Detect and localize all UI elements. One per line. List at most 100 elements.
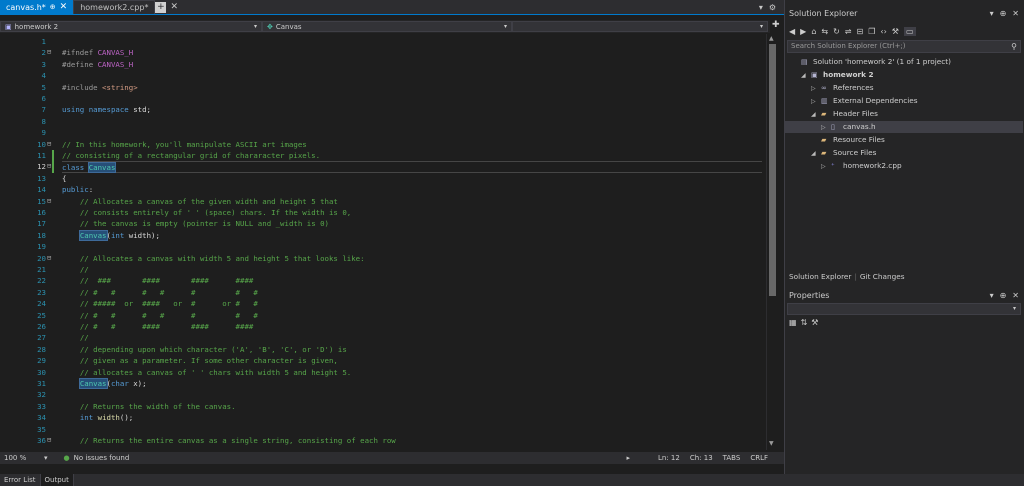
code-line[interactable]: // # # #### #### ####	[62, 321, 254, 332]
expander-icon[interactable]: ▷	[821, 161, 831, 173]
code-line[interactable]: #ifndef CANVAS_H	[62, 47, 133, 58]
expander-icon[interactable]: ▷	[811, 96, 821, 108]
categorized-icon[interactable]: ▦	[789, 318, 797, 327]
code-line[interactable]: // In this homework, you'll manipulate A…	[62, 139, 307, 150]
tree-item[interactable]: ▤ Solution 'homework 2' (1 of 1 project)	[791, 56, 951, 68]
tabs-indicator[interactable]: TABS	[723, 454, 741, 462]
close-icon[interactable]: ✕	[60, 2, 68, 12]
code-line[interactable]: // given as a parameter. If some other c…	[62, 355, 338, 366]
tab-homework2-cpp[interactable]: homework2.cpp*	[73, 0, 156, 14]
code-line[interactable]: //	[62, 264, 89, 275]
fold-toggle-icon[interactable]: ⊟	[47, 253, 55, 264]
tab-git-changes[interactable]: Git Changes	[860, 272, 905, 281]
back-icon[interactable]: ◀	[789, 27, 795, 36]
code-line[interactable]: // ### #### #### ####	[62, 275, 254, 286]
sync-icon[interactable]: ⇌	[845, 27, 852, 36]
copy-icon[interactable]: ❐	[868, 27, 875, 36]
tree-item[interactable]: ▰ Resource Files	[811, 134, 885, 146]
tree-item[interactable]: ▷ ⁺ homework2.cpp	[821, 160, 902, 172]
tree-item[interactable]: ▷ ▯ canvas.h	[785, 121, 1023, 133]
close-icon[interactable]: ✕	[170, 2, 178, 14]
wrench-icon[interactable]: ⚒	[811, 318, 818, 327]
scroll-up-icon[interactable]: ▲	[769, 35, 774, 42]
code-line[interactable]: #define CANVAS_H	[62, 59, 133, 70]
eol-indicator[interactable]: CRLF	[750, 454, 768, 462]
code-line[interactable]: int width();	[62, 412, 133, 423]
tab-solution-explorer[interactable]: Solution Explorer	[789, 272, 851, 281]
expander-icon[interactable]: ▷	[811, 83, 821, 95]
code-view-icon[interactable]: ‹›	[880, 27, 886, 36]
code-editor[interactable]: canvas.h* ⊕ ✕ homework2.cpp* + ✕ ▾ ⚙ ▣ h…	[0, 0, 784, 474]
pin-icon[interactable]: ⊕	[1000, 9, 1007, 18]
home-icon[interactable]: ⌂	[811, 27, 816, 36]
chevron-down-icon[interactable]: ▾	[990, 291, 994, 300]
tree-item[interactable]: ▷ ▥ External Dependencies	[811, 95, 918, 107]
line-indicator[interactable]: Ln: 12	[658, 454, 680, 462]
tab-list-dropdown-icon[interactable]: ▾	[759, 3, 763, 12]
scroll-down-icon[interactable]: ▼	[769, 440, 774, 447]
alphabetical-icon[interactable]: ⇅	[801, 318, 808, 327]
vertical-scrollbar[interactable]: ▲ ▼	[766, 34, 778, 450]
code-line[interactable]: public:	[62, 184, 93, 195]
code-line[interactable]: // # # # # # # #	[62, 310, 258, 321]
code-line[interactable]: // consists entirely of ' ' (space) char…	[62, 207, 351, 218]
tab-canvas-h[interactable]: canvas.h* ⊕ ✕	[0, 0, 74, 14]
expander-icon[interactable]: ▷	[821, 122, 831, 134]
code-line[interactable]: // depending upon which character ('A', …	[62, 344, 347, 355]
search-icon[interactable]: ⚲	[1011, 41, 1017, 52]
pin-icon[interactable]: ⊕	[1000, 291, 1007, 300]
tree-item[interactable]: ◢ ▣ homework 2	[801, 69, 874, 81]
properties-object-selector[interactable]: ▾	[787, 303, 1021, 315]
code-line[interactable]: // ##### or #### or # or # #	[62, 298, 258, 309]
switch-view-icon[interactable]: ⇆	[821, 27, 828, 36]
tree-item[interactable]: ▷ ∞ References	[811, 82, 874, 94]
code-line[interactable]: class Canvas	[62, 161, 762, 174]
code-line[interactable]: // allocates a canvas of ' ' chars with …	[62, 367, 351, 378]
history-icon[interactable]: ↻	[833, 27, 840, 36]
tab-error-list[interactable]: Error List	[0, 474, 41, 486]
preview-icon[interactable]: ▭	[903, 26, 916, 36]
code-line[interactable]: Canvas(char x);	[62, 378, 147, 389]
pin-icon[interactable]: ⊕	[50, 3, 56, 11]
code-line[interactable]: // consisting of a rectangular grid of c…	[62, 150, 320, 161]
tree-item[interactable]: ◢ ▰ Header Files	[811, 108, 878, 120]
expander-icon[interactable]: ◢	[811, 109, 821, 121]
forward-icon[interactable]: ▶	[800, 27, 806, 36]
project-selector[interactable]: ▣ homework 2 ▾	[0, 21, 262, 32]
zoom-level[interactable]: 100 %	[4, 454, 38, 462]
expander-icon[interactable]: ◢	[801, 70, 811, 82]
fold-toggle-icon[interactable]: ⊟	[47, 196, 55, 207]
code-line[interactable]: // Returns the entire canvas as a single…	[62, 435, 396, 446]
scrollbar-thumb[interactable]	[769, 44, 776, 296]
fold-toggle-icon[interactable]: ⊟	[47, 47, 55, 58]
code-line[interactable]: // the canvas is empty (pointer is NULL …	[62, 218, 329, 229]
fold-toggle-icon[interactable]: ⊟	[47, 435, 55, 446]
solution-explorer-search[interactable]: Search Solution Explorer (Ctrl+;) ⚲	[787, 40, 1021, 53]
code-line[interactable]: using namespace std;	[62, 104, 151, 115]
tree-item[interactable]: ◢ ▰ Source Files	[811, 147, 876, 159]
collapse-all-icon[interactable]: ⊟	[857, 27, 864, 36]
chevron-down-icon[interactable]: ▾	[990, 9, 994, 18]
scroll-right-icon[interactable]: ▸	[626, 454, 630, 462]
code-line[interactable]: //	[62, 332, 89, 343]
fold-toggle-icon[interactable]: ⊟	[47, 139, 55, 150]
code-line[interactable]: // Allocates a canvas of the given width…	[62, 196, 338, 207]
code-line[interactable]: // Allocates a canvas with width 5 and h…	[62, 253, 365, 264]
tab-output[interactable]: Output	[40, 474, 74, 486]
split-editor-icon[interactable]: ✚	[772, 20, 780, 30]
gear-icon[interactable]: ⚙	[769, 3, 776, 12]
code-line[interactable]: // Returns the width of the canvas.	[62, 401, 236, 412]
close-icon[interactable]: ✕	[1012, 291, 1019, 300]
wrench-icon[interactable]: ⚒	[892, 27, 899, 36]
member-selector[interactable]: ▾	[512, 21, 768, 32]
issues-status[interactable]: No issues found	[74, 454, 130, 462]
code-area[interactable]: #ifndef CANVAS_H #define CANVAS_H #include…	[62, 34, 762, 450]
code-line[interactable]: {	[62, 173, 66, 184]
code-line[interactable]: #include <string>	[62, 82, 138, 93]
new-tab-icon[interactable]: +	[155, 2, 167, 13]
scope-selector[interactable]: ✥ Canvas ▾	[262, 21, 512, 32]
code-line[interactable]: // # # # # # # #	[62, 287, 258, 298]
code-line[interactable]: Canvas(int width);	[62, 229, 160, 241]
char-indicator[interactable]: Ch: 13	[690, 454, 713, 462]
expander-icon[interactable]: ◢	[811, 148, 821, 160]
